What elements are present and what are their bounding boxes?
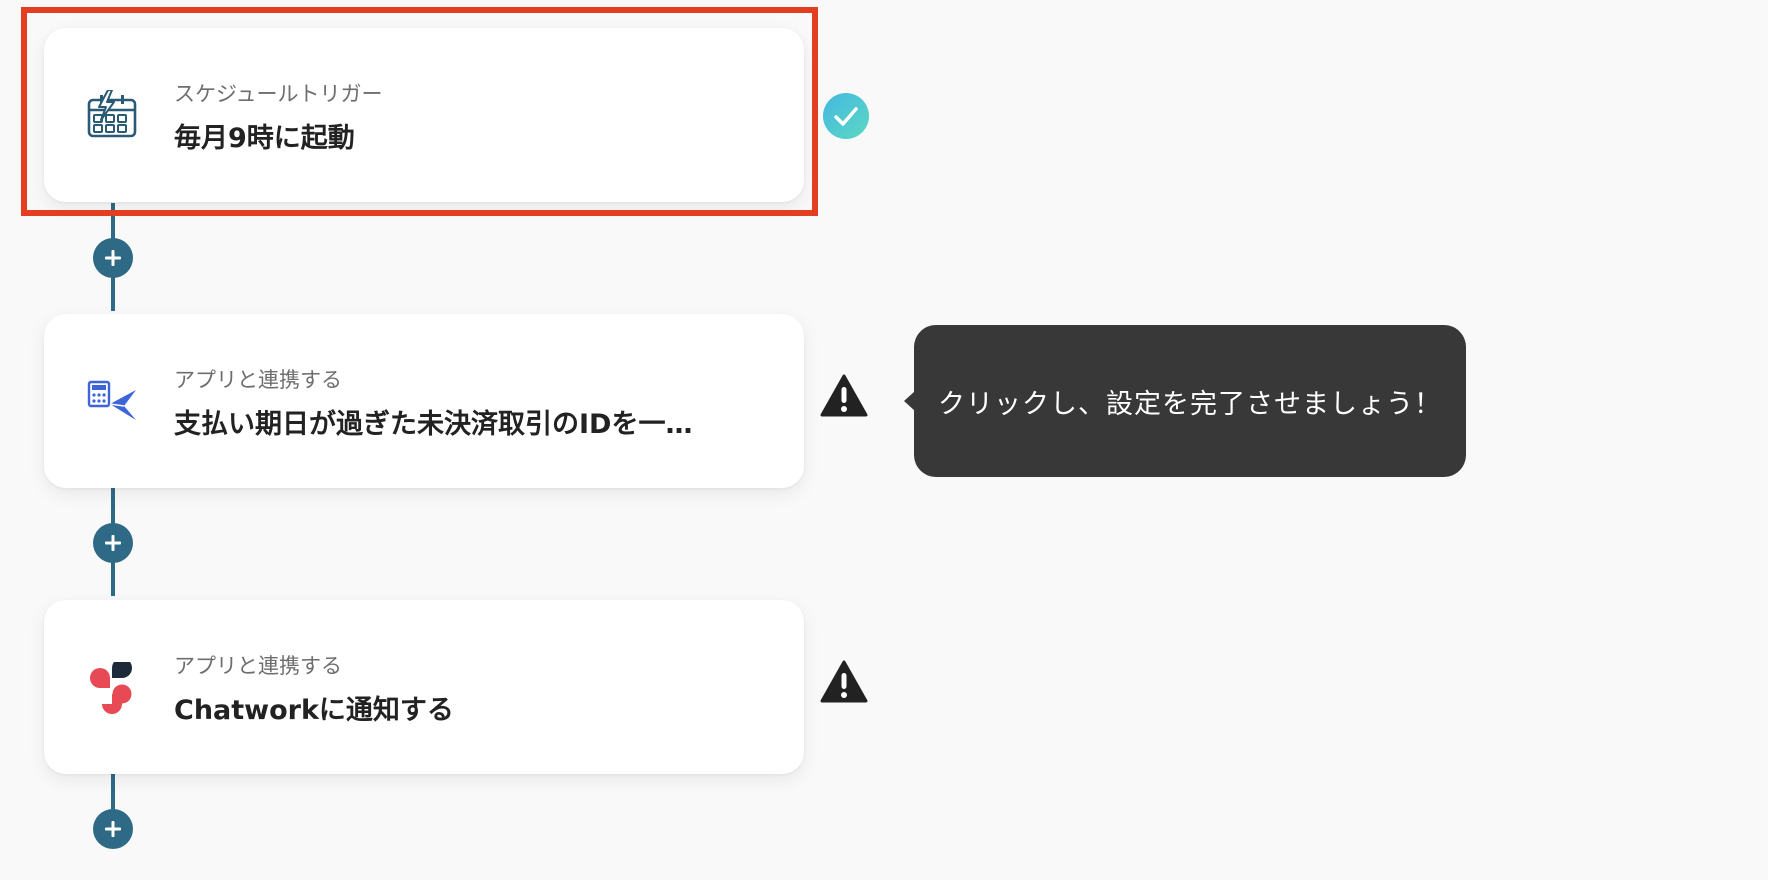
plus-icon	[105, 250, 121, 266]
tooltip-arrow	[904, 391, 915, 411]
step-card-app-action[interactable]: アプリと連携する 支払い期日が過ぎた未決済取引のIDを一…	[44, 314, 804, 488]
step-card-chatwork[interactable]: アプリと連携する Chatworkに通知する	[44, 600, 804, 774]
step-subtitle: アプリと連携する	[174, 654, 342, 678]
step-title: Chatworkに通知する	[174, 695, 454, 726]
step-title: 毎月9時に起動	[174, 123, 355, 154]
plus-icon	[105, 535, 121, 551]
warning-icon	[820, 658, 868, 706]
step-title: 支払い期日が過ぎた未決済取引のIDを一…	[174, 409, 693, 440]
add-step-button[interactable]	[93, 809, 133, 849]
step-subtitle: スケジュールトリガー	[174, 82, 383, 106]
add-step-button[interactable]	[93, 523, 133, 563]
tooltip-text: クリックし、設定を完了させましょう！	[938, 388, 1442, 420]
plus-icon	[105, 821, 121, 837]
add-step-button[interactable]	[93, 238, 133, 278]
chatwork-icon	[86, 658, 138, 714]
warning-icon	[820, 372, 868, 420]
accounting-app-icon	[86, 376, 138, 428]
check-icon	[822, 92, 870, 140]
step-card-schedule-trigger[interactable]: スケジュールトリガー 毎月9時に起動	[44, 28, 804, 202]
step-subtitle: アプリと連携する	[174, 368, 342, 392]
setup-tooltip: クリックし、設定を完了させましょう！	[904, 325, 1466, 477]
calendar-lightning-icon	[86, 89, 138, 142]
